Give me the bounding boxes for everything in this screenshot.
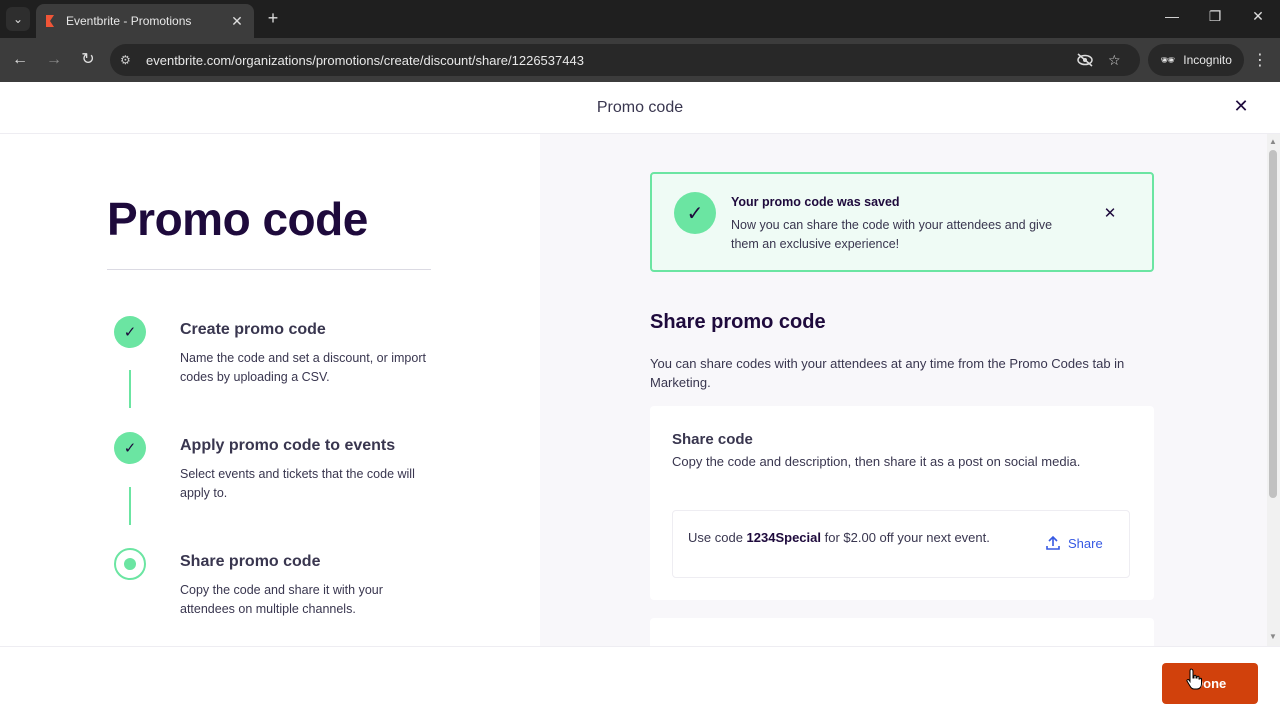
title-divider	[107, 269, 431, 270]
success-check-icon: ✓	[674, 192, 716, 234]
promo-code-value: 1234Special	[746, 530, 821, 545]
step-description: Name the code and set a discount, or imp…	[180, 351, 426, 384]
modal-title: Promo code	[596, 99, 684, 116]
share-button[interactable]: Share	[1045, 535, 1103, 551]
modal-header: Promo code ✕	[0, 82, 1280, 134]
restore-icon[interactable]: ❐	[1205, 8, 1225, 25]
step-description: Select events and tickets that the code …	[180, 467, 415, 500]
mouse-cursor-icon	[1186, 668, 1202, 690]
promo-code-text: Use code 1234Special for $2.00 off your …	[688, 530, 990, 545]
check-icon: ✓	[114, 316, 146, 348]
step-title: Share promo code	[180, 553, 321, 570]
tab-title: Eventbrite - Promotions	[66, 14, 192, 28]
window-close-icon[interactable]: ✕	[1248, 8, 1268, 25]
minimize-icon[interactable]: —	[1162, 8, 1182, 24]
scrollbar-thumb[interactable]	[1269, 150, 1277, 498]
site-settings-icon[interactable]: ⚙	[120, 53, 140, 67]
scroll-down-arrow-icon[interactable]: ▼	[1269, 632, 1277, 641]
share-section-title: Share promo code	[650, 311, 826, 333]
promo-code-box: Use code 1234Special for $2.00 off your …	[672, 510, 1130, 578]
browser-tab-bar: ⌄ Eventbrite - Promotions ✕ + — ❐ ✕	[0, 0, 1280, 38]
current-step-icon	[114, 548, 146, 580]
share-section-description: You can share codes with your attendees …	[650, 356, 1125, 390]
step-title: Apply promo code to events	[180, 437, 396, 454]
eye-off-icon[interactable]	[1076, 44, 1094, 76]
modal-close-icon[interactable]: ✕	[1230, 96, 1252, 118]
share-label: Share	[1068, 535, 1103, 551]
browser-menu-icon[interactable]: ⋮	[1250, 50, 1270, 70]
alert-title: Your promo code was saved	[731, 195, 900, 209]
step-connector	[129, 370, 131, 408]
bookmark-star-icon[interactable]: ☆	[1108, 44, 1121, 76]
step-connector	[129, 487, 131, 525]
tab-close-icon[interactable]: ✕	[228, 13, 246, 30]
card-description: Copy the code and description, then shar…	[672, 454, 1081, 469]
url-text: eventbrite.com/organizations/promotions/…	[146, 52, 584, 68]
alert-close-icon[interactable]: ✕	[1100, 204, 1120, 222]
success-alert: ✓ Your promo code was saved Now you can …	[650, 172, 1154, 272]
done-button[interactable]: Done	[1162, 663, 1258, 704]
step-title: Create promo code	[180, 321, 326, 338]
share-code-card: Share code Copy the code and description…	[650, 406, 1154, 600]
modal-footer: Done	[0, 646, 1280, 720]
eventbrite-favicon-icon	[46, 15, 54, 27]
scroll-up-arrow-icon[interactable]: ▲	[1269, 137, 1277, 146]
step-description: Copy the code and share it with your att…	[180, 583, 383, 616]
new-tab-plus-icon[interactable]: +	[262, 8, 284, 29]
check-icon: ✓	[114, 432, 146, 464]
incognito-label: Incognito	[1183, 53, 1232, 67]
browser-toolbar: ← → ↻ ⚙ eventbrite.com/organizations/pro…	[0, 38, 1280, 82]
reload-icon[interactable]: ↻	[77, 49, 99, 71]
browser-tab[interactable]: Eventbrite - Promotions ✕	[36, 4, 254, 38]
share-panel: ✓ Your promo code was saved Now you can …	[540, 134, 1267, 646]
upload-share-icon	[1046, 535, 1060, 550]
address-bar[interactable]: ⚙ eventbrite.com/organizations/promotion…	[110, 44, 1140, 76]
back-arrow-icon[interactable]: ←	[9, 49, 31, 71]
scrollbar[interactable]: ▲ ▼	[1267, 134, 1280, 646]
next-card	[650, 618, 1154, 646]
page-title: Promo code	[107, 193, 368, 245]
incognito-icon: 🕶	[1160, 53, 1176, 67]
forward-arrow-icon[interactable]: →	[43, 49, 65, 71]
card-title: Share code	[672, 431, 753, 448]
alert-text: Now you can share the code with your att…	[731, 218, 1053, 251]
incognito-badge[interactable]: 🕶 Incognito	[1148, 44, 1244, 76]
tab-search-chevron-icon[interactable]: ⌄	[6, 7, 30, 31]
